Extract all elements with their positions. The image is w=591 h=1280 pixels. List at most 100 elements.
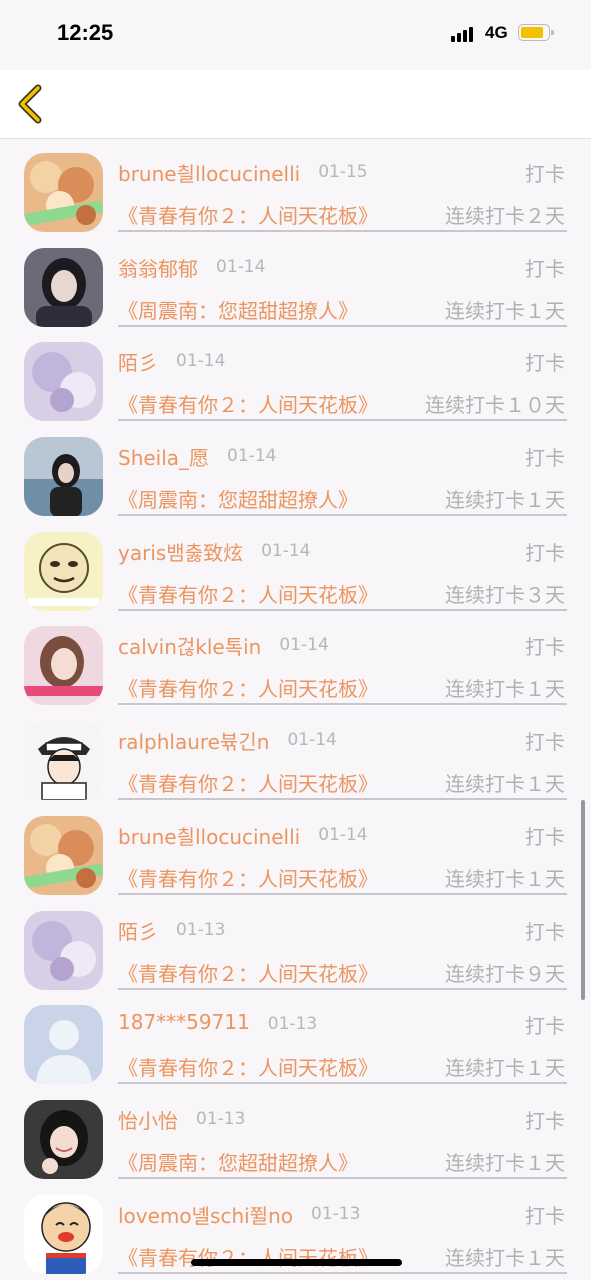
- checkin-date: 01-13: [196, 1108, 246, 1129]
- book-title[interactable]: 《青春有你２：人间天花板》: [118, 768, 378, 797]
- user-name[interactable]: 翁翁郁郁: [118, 253, 198, 282]
- divider: [118, 1271, 567, 1274]
- streak-text: 连续打卡１天: [445, 1150, 565, 1175]
- user-name[interactable]: calvin걶kle톡in: [118, 631, 261, 660]
- user-name[interactable]: 187***59711: [118, 1010, 250, 1034]
- list-item[interactable]: 陌彡 01-13 打卡《青春有你２：人间天花板》 连续打卡９天: [0, 896, 591, 991]
- user-name[interactable]: ralphlaure뷲긴n: [118, 726, 269, 755]
- battery-icon: [518, 24, 554, 41]
- list-item[interactable]: calvin걶kle톡in 01-14 打卡《青春有你２：人间天花板》 连续打卡１天: [0, 611, 591, 706]
- list-item[interactable]: yaris뱀춣致炫 01-14 打卡《青春有你２：人间天花板》 连续打卡３天: [0, 517, 591, 612]
- back-button[interactable]: [12, 82, 52, 126]
- checkin-date: 01-14: [318, 824, 368, 845]
- streak-text: 连续打卡１天: [445, 1056, 565, 1081]
- avatar[interactable]: [24, 247, 103, 327]
- checkin-label: 打卡: [525, 540, 565, 565]
- scrollbar[interactable]: [581, 800, 585, 1000]
- user-name[interactable]: 陌彡: [118, 347, 158, 376]
- chevron-left-icon: [18, 84, 42, 124]
- user-name[interactable]: yaris뱀춣致炫: [118, 537, 243, 566]
- list-item[interactable]: Sheila_愿 01-14 打卡 《周震南：您超甜超撩人》 连续打卡１天: [0, 422, 591, 517]
- book-title[interactable]: 《周震南：您超甜超撩人》: [118, 484, 358, 513]
- status-bar: 12:25 4G: [0, 0, 591, 70]
- divider: [118, 703, 567, 706]
- book-title[interactable]: 《周震南：您超甜超撩人》: [118, 1147, 358, 1176]
- checkin-label: 打卡: [525, 446, 565, 471]
- avatar[interactable]: [24, 1099, 103, 1179]
- checkin-date: 01-14: [287, 730, 337, 751]
- streak-text: 连续打卡３天: [445, 582, 565, 607]
- checkin-label: 打卡: [525, 1203, 565, 1228]
- streak-text: 连续打卡１天: [445, 772, 565, 797]
- checkin-label: 打卡: [525, 351, 565, 376]
- list-item[interactable]: 陌彡 01-14 打卡《青春有你２：人间天花板》 连续打卡１０天: [0, 327, 591, 422]
- book-title[interactable]: 《青春有你２：人间天花板》: [118, 389, 378, 418]
- divider: [118, 608, 567, 611]
- streak-text: 连续打卡１天: [445, 677, 565, 702]
- avatar[interactable]: [24, 437, 103, 517]
- book-title[interactable]: 《青春有你２：人间天花板》: [118, 200, 378, 229]
- divider: [118, 514, 567, 517]
- book-title[interactable]: 《青春有你２：人间天花板》: [118, 863, 378, 892]
- checkin-label: 打卡: [525, 635, 565, 660]
- book-title[interactable]: 《青春有你２：人间天花板》: [118, 1052, 378, 1081]
- avatar[interactable]: [24, 1194, 103, 1274]
- checkin-date: 01-13: [267, 1014, 318, 1035]
- divider: [118, 419, 567, 422]
- user-name[interactable]: 陌彡: [118, 916, 158, 945]
- checkin-date: 01-14: [216, 256, 266, 277]
- checkin-date: 01-14: [279, 635, 329, 656]
- home-indicator: [191, 1259, 402, 1266]
- checkin-date: 01-13: [311, 1203, 361, 1224]
- user-name[interactable]: brune칄llocucinelli: [118, 821, 300, 850]
- avatar[interactable]: [24, 626, 103, 706]
- streak-text: 连续打卡１天: [445, 866, 565, 891]
- checkin-label: 打卡: [525, 162, 565, 186]
- book-title[interactable]: 《青春有你２：人间天花板》: [118, 579, 378, 608]
- divider: [118, 798, 567, 801]
- nav-bar: [0, 70, 591, 139]
- book-title[interactable]: 《青春有你２：人间天花板》: [118, 958, 378, 987]
- book-title[interactable]: 《青春有你２：人间天花板》: [118, 673, 378, 702]
- checkin-label: 打卡: [525, 256, 565, 281]
- checkin-label: 打卡: [525, 919, 565, 944]
- user-name[interactable]: Sheila_愿: [118, 442, 209, 471]
- book-title[interactable]: 《周震南：您超甜超撩人》: [118, 295, 358, 324]
- avatar[interactable]: [24, 1005, 103, 1085]
- checkin-label: 打卡: [525, 730, 565, 755]
- avatar[interactable]: [24, 531, 103, 611]
- checkin-label: 打卡: [525, 1108, 565, 1133]
- user-name[interactable]: 怡小怡: [118, 1105, 178, 1134]
- checkin-label: 打卡: [525, 1014, 565, 1039]
- divider: [118, 230, 567, 232]
- checkin-date: 01-14: [176, 351, 226, 372]
- avatar[interactable]: [24, 910, 103, 990]
- user-name[interactable]: lovemo녤schi쮤no: [118, 1200, 293, 1229]
- avatar[interactable]: [24, 153, 103, 232]
- divider: [118, 892, 567, 895]
- list-item[interactable]: 187***59711 01-13 打卡《青春有你２：人间天花板》 连续打卡１天: [0, 990, 591, 1085]
- divider: [118, 324, 567, 327]
- network-label: 4G: [485, 23, 508, 42]
- avatar[interactable]: [24, 815, 103, 895]
- avatar[interactable]: [24, 721, 103, 801]
- divider: [118, 1176, 567, 1179]
- list-item[interactable]: ralphlaure뷲긴n 01-14 打卡《青春有你２：人间天花板》 连续打卡１天: [0, 706, 591, 801]
- checkin-date: 01-14: [261, 540, 311, 561]
- list-item[interactable]: 翁翁郁郁 01-14 打卡 《周震南：您超甜超撩人》 连续打卡１天: [0, 233, 591, 328]
- signal-icon: [451, 26, 477, 42]
- divider: [118, 987, 567, 990]
- checkin-date: 01-15: [318, 162, 368, 182]
- list-item[interactable]: brune칄llocucinelli 01-14 打卡 《青春有你２：人间天花板》 连续…: [0, 801, 591, 896]
- checkin-date: 01-13: [176, 919, 226, 940]
- book-title[interactable]: 《青春有你２：人间天花板》: [118, 1242, 378, 1271]
- streak-text: 连续打卡２天: [445, 204, 565, 228]
- user-name[interactable]: brune칄llocucinelli: [118, 158, 300, 187]
- streak-text: 连续打卡１０天: [425, 393, 565, 418]
- avatar[interactable]: [24, 342, 103, 422]
- divider: [118, 1082, 567, 1085]
- streak-text: 连续打卡９天: [445, 961, 565, 986]
- checkin-date: 01-14: [227, 446, 277, 467]
- list-item[interactable]: brune칄llocucinelli 01-15 打卡《青春有你２：人间天花板》 连续…: [0, 138, 591, 233]
- list-item[interactable]: 怡小怡 01-13 打卡《周震南：您超甜超撩人》 连续打卡１天: [0, 1085, 591, 1180]
